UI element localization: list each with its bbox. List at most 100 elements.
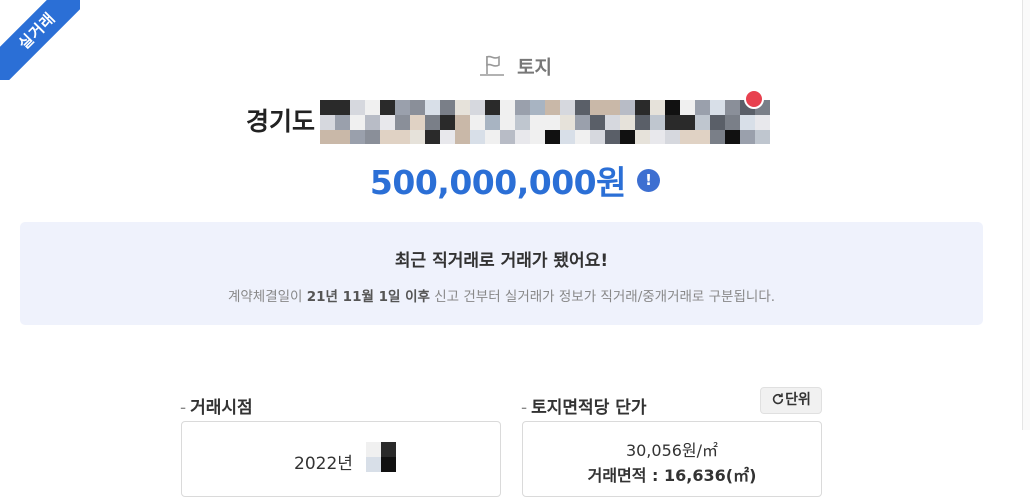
redacted-pixel	[410, 130, 425, 144]
price-row: 500,000,000원 !	[0, 156, 1030, 204]
redacted-pixel	[515, 130, 530, 144]
redacted-pixel	[665, 100, 680, 115]
redacted-pixel	[500, 100, 515, 115]
redacted-pixel	[485, 130, 500, 144]
redacted-pixel	[590, 115, 605, 130]
redacted-pixel	[485, 115, 500, 130]
redacted-pixel	[575, 100, 590, 115]
redacted-pixel	[515, 115, 530, 130]
redacted-pixel	[366, 442, 381, 457]
redacted-pixel	[605, 100, 620, 115]
redacted-pixel	[530, 115, 545, 130]
redacted-pixel	[440, 100, 455, 115]
redacted-pixel	[560, 115, 575, 130]
notice-sub-highlight: 21년 11월 1일 이후	[306, 289, 430, 305]
unit-price-label-text: 토지면적당 단가	[531, 398, 647, 418]
redacted-pixel	[755, 130, 770, 144]
redacted-pixel	[635, 130, 650, 144]
deal-time-label-text: 거래시점	[190, 398, 253, 418]
notice-title: 최근 직거래로 거래가 됐어요!	[394, 251, 609, 271]
redacted-pixel	[410, 115, 425, 130]
redacted-pixel	[425, 115, 440, 130]
redacted-pixel	[560, 130, 575, 144]
redacted-pixel	[515, 100, 530, 115]
redacted-pixel	[665, 115, 680, 130]
redacted-pixel	[650, 115, 665, 130]
price-value: 500,000,000원	[369, 163, 627, 202]
refresh-icon	[772, 393, 784, 405]
redacted-pixel	[635, 100, 650, 115]
redacted-pixel	[620, 115, 635, 130]
redacted-pixel	[320, 130, 335, 144]
redacted-pixel	[485, 100, 500, 115]
redacted-pixel	[620, 100, 635, 115]
redacted-pixel	[695, 130, 710, 144]
address-text: 경기도	[246, 107, 316, 136]
redacted-pixel	[545, 100, 560, 115]
redacted-pixel	[395, 130, 410, 144]
redacted-pixel	[680, 115, 695, 130]
unit-price-label: - 토지면적당 단가	[521, 398, 647, 418]
redacted-pixel	[395, 100, 410, 115]
flag-icon	[479, 55, 504, 76]
redacted-pixel	[425, 100, 440, 115]
unit-toggle-label: 단위	[785, 392, 811, 408]
redacted-pixel	[710, 100, 725, 115]
redacted-pixel	[695, 115, 710, 130]
redacted-pixel	[440, 130, 455, 144]
redacted-pixel	[395, 115, 410, 130]
redacted-pixel	[350, 115, 365, 130]
redacted-pixel	[500, 130, 515, 144]
redacted-pixel	[740, 115, 755, 130]
redacted-pixel	[470, 100, 485, 115]
redacted-pixel	[725, 115, 740, 130]
property-type-row: 토지	[0, 52, 1030, 80]
redacted-pixel	[365, 100, 380, 115]
redacted-pixel	[470, 130, 485, 144]
redacted-pixel	[335, 130, 350, 144]
redacted-pixel	[695, 100, 710, 115]
unit-price-value: 30,056원/㎡	[625, 441, 719, 460]
redacted-pixel	[725, 130, 740, 144]
redacted-pixel	[470, 115, 485, 130]
deal-time-card: 2022년	[181, 421, 501, 497]
redacted-pixel	[725, 100, 740, 115]
redacted-pixel	[335, 115, 350, 130]
redacted-pixel	[381, 442, 396, 457]
redacted-pixel	[320, 115, 335, 130]
info-icon[interactable]: !	[637, 168, 661, 192]
deal-area-value: 거래면적 : 16,636(㎡)	[587, 466, 757, 485]
property-type: 토지	[517, 56, 553, 79]
redacted-pixel	[740, 130, 755, 144]
address-redacted-block	[320, 100, 770, 144]
redacted-pixel	[590, 130, 605, 144]
redacted-pixel	[530, 100, 545, 115]
direct-deal-notice: 최근 직거래로 거래가 됐어요! 계약체결일이 21년 11월 1일 이후 신고…	[20, 222, 983, 325]
notice-sub-after: 신고 건부터 실거래가 정보가 직거래/중개거래로 구분됩니다.	[429, 289, 776, 305]
redacted-pixel	[545, 115, 560, 130]
redacted-pixel	[365, 115, 380, 130]
redacted-pixel	[635, 115, 650, 130]
redacted-pixel	[350, 130, 365, 144]
redacted-pixel	[380, 100, 395, 115]
redacted-pixel	[590, 100, 605, 115]
redacted-pixel	[620, 130, 635, 144]
redacted-pixel	[380, 130, 395, 144]
notification-dot	[744, 89, 764, 109]
redacted-pixel	[605, 115, 620, 130]
redacted-pixel	[365, 130, 380, 144]
redacted-pixel	[455, 115, 470, 130]
redacted-pixel	[545, 130, 560, 144]
redacted-pixel	[455, 130, 470, 144]
deal-time-label: - 거래시점	[180, 398, 253, 418]
redacted-pixel	[560, 100, 575, 115]
redacted-pixel	[335, 100, 350, 115]
redacted-pixel	[381, 457, 396, 472]
unit-toggle-button[interactable]: 단위	[760, 387, 822, 414]
redacted-pixel	[665, 130, 680, 144]
deal-time-value: 2022년	[294, 454, 353, 474]
redacted-pixel	[530, 130, 545, 144]
redacted-pixel	[366, 457, 381, 472]
redacted-pixel	[710, 130, 725, 144]
unit-price-card: 30,056원/㎡ 거래면적 : 16,636(㎡)	[522, 421, 822, 497]
